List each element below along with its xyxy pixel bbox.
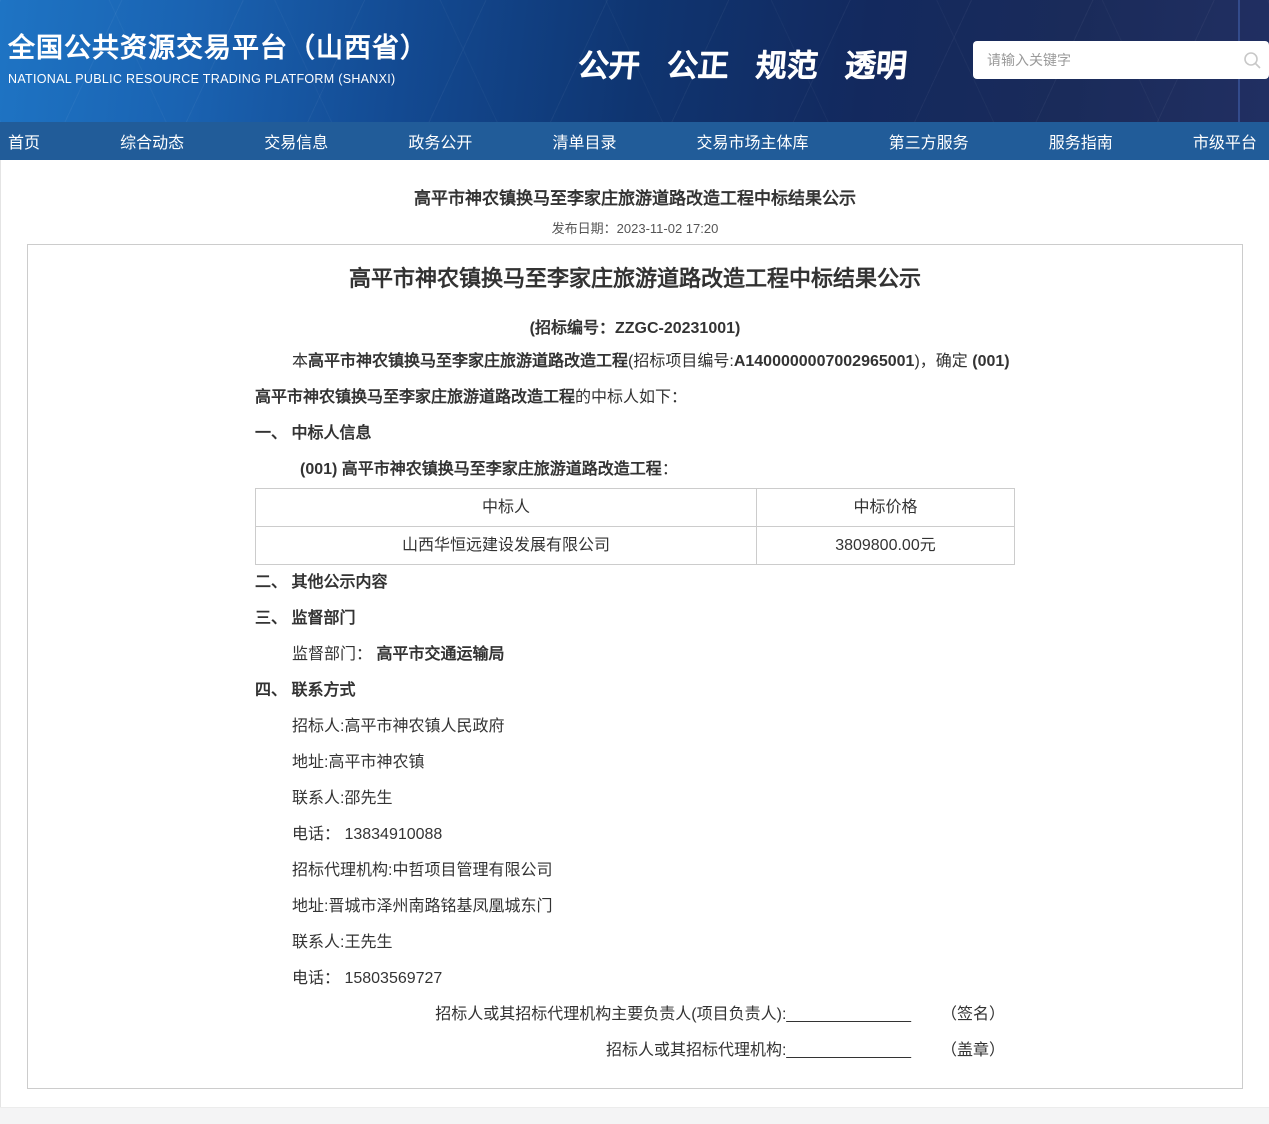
intro-text: 号: — [713, 353, 733, 370]
site-logo[interactable]: 全国公共资源交易平台（山西省） NATIONAL PUBLIC RESOURCE… — [8, 26, 428, 86]
table-header-price: 中标价格 — [756, 489, 1014, 527]
project-code-group: 号:A1400000007002965001)，确定 — [713, 353, 972, 370]
signature-2-blank: ______________ — [786, 1042, 911, 1059]
content-area: 高平市神农镇换马至李家庄旅游道路改造工程中标结果公示 发布日期：2023-11-… — [0, 160, 1269, 1107]
signature-line-1: 招标人或其招标代理机构主要负责人(项目负责人):______________ （签… — [255, 997, 1015, 1033]
slogan-word-transparent: 透明 — [843, 40, 909, 85]
site-header: 全国公共资源交易平台（山西省） NATIONAL PUBLIC RESOURCE… — [0, 0, 1269, 122]
page-title: 高平市神农镇换马至李家庄旅游道路改造工程中标结果公示 — [1, 184, 1269, 209]
nav-item-home[interactable]: 首页 — [8, 129, 40, 153]
contact-line-agency: 招标代理机构:中哲项目管理有限公司 — [255, 853, 1015, 889]
main-nav: 首页 综合动态 交易信息 政务公开 清单目录 交易市场主体库 第三方服务 服务指… — [0, 122, 1269, 160]
signature-line-2: 招标人或其招标代理机构:______________ （盖章） — [255, 1033, 1015, 1069]
search-box — [973, 41, 1269, 79]
signature-2-suffix: （盖章） — [941, 1042, 1005, 1059]
contact-line-agency-address: 地址:晋城市泽州南路铭基凤凰城东门 — [255, 889, 1015, 925]
section-2-title: 二、 其他公示内容 — [255, 565, 1015, 601]
supervision-line: 监督部门： 高平市交通运输局 — [255, 637, 1015, 673]
nav-item-third-party-services[interactable]: 第三方服务 — [889, 129, 969, 153]
publish-date: 发布日期：2023-11-02 17:20 — [1, 218, 1269, 237]
contact-line-tenderee-phone: 电话： 13834910088 — [255, 817, 1015, 853]
signature-1-label: 招标人或其招标代理机构主要负责人(项目负责人): — [435, 1006, 786, 1023]
signature-1-blank: ______________ — [786, 1006, 911, 1023]
document-title: 高平市神农镇换马至李家庄旅游道路改造工程中标结果公示 — [38, 261, 1232, 293]
table-row: 山西华恒远建设发展有限公司 3809800.00元 — [256, 527, 1015, 565]
nav-item-gov-disclosure[interactable]: 政务公开 — [408, 129, 472, 153]
supervision-label: 监督部门： — [292, 646, 376, 663]
section-4-title: 四、 联系方式 — [255, 673, 1015, 709]
contact-line-agency-person: 联系人:王先生 — [255, 925, 1015, 961]
contact-line-tenderee-person: 联系人:邵先生 — [255, 781, 1015, 817]
project-code: A1400000007002965001 — [734, 353, 915, 370]
section-3-title: 三、 监督部门 — [255, 601, 1015, 637]
nav-item-city-platform[interactable]: 市级平台 — [1193, 129, 1257, 153]
intro-text: 的中标人如下： — [575, 389, 687, 406]
site-subtitle: NATIONAL PUBLIC RESOURCE TRADING PLATFOR… — [8, 72, 428, 86]
search-input[interactable] — [973, 41, 1235, 79]
nav-item-service-guide[interactable]: 服务指南 — [1049, 129, 1113, 153]
nav-item-trade-info[interactable]: 交易信息 — [264, 129, 328, 153]
slogan-word-fair: 公正 — [665, 40, 731, 85]
nav-item-list-catalog[interactable]: 清单目录 — [552, 129, 616, 153]
bid-result-table: 中标人 中标价格 山西华恒远建设发展有限公司 3809800.00元 — [255, 488, 1015, 565]
section-1-colon: ： — [662, 461, 678, 478]
page-footer — [0, 1107, 1269, 1124]
document-body: 本高平市神农镇换马至李家庄旅游道路改造工程(招标项目编号:A1400000007… — [255, 344, 1015, 1069]
winner-price-cell: 3809800.00元 — [756, 527, 1014, 565]
search-icon[interactable] — [1235, 41, 1269, 79]
winner-name-cell: 山西华恒远建设发展有限公司 — [256, 527, 757, 565]
section-1-title: 一、 中标人信息 — [255, 416, 1015, 452]
page: 全国公共资源交易平台（山西省） NATIONAL PUBLIC RESOURCE… — [0, 0, 1269, 1124]
table-header-row: 中标人 中标价格 — [256, 489, 1015, 527]
signature-2-label: 招标人或其招标代理机构: — [606, 1042, 786, 1059]
slogan-word-standard: 规范 — [754, 40, 820, 85]
document-box: 高平市神农镇换马至李家庄旅游道路改造工程中标结果公示 (招标编号：ZZGC-20… — [27, 244, 1243, 1089]
intro-text: 本 — [292, 353, 308, 370]
slogan-banner: 公开 公正 规范 透明 — [576, 40, 909, 85]
supervision-value: 高平市交通运输局 — [376, 646, 504, 663]
intro-text: (招标项目编 — [628, 353, 713, 370]
bid-number-line: (招标编号：ZZGC-20231001) — [28, 314, 1242, 338]
site-title: 全国公共资源交易平台（山西省） — [8, 26, 428, 65]
slogan-word-open: 公开 — [576, 40, 642, 85]
nav-item-market-entity-db[interactable]: 交易市场主体库 — [697, 129, 809, 153]
signature-1-suffix: （签名） — [941, 1006, 1005, 1023]
project-name: 高平市神农镇换马至李家庄旅游道路改造工程 — [308, 353, 628, 370]
contact-line-tenderee-address: 地址:高平市神农镇 — [255, 745, 1015, 781]
section-1-project-name: (001) 高平市神农镇换马至李家庄旅游道路改造工程 — [300, 461, 662, 478]
section-1-subtitle: (001) 高平市神农镇换马至李家庄旅游道路改造工程： — [255, 452, 1015, 488]
contact-line-tenderee: 招标人:高平市神农镇人民政府 — [255, 709, 1015, 745]
nav-item-comprehensive-news[interactable]: 综合动态 — [120, 129, 184, 153]
table-header-winner: 中标人 — [256, 489, 757, 527]
intro-paragraph: 本高平市神农镇换马至李家庄旅游道路改造工程(招标项目编号:A1400000007… — [255, 344, 1015, 416]
intro-text: )，确定 — [914, 353, 972, 370]
contact-line-agency-phone: 电话： 15803569727 — [255, 961, 1015, 997]
